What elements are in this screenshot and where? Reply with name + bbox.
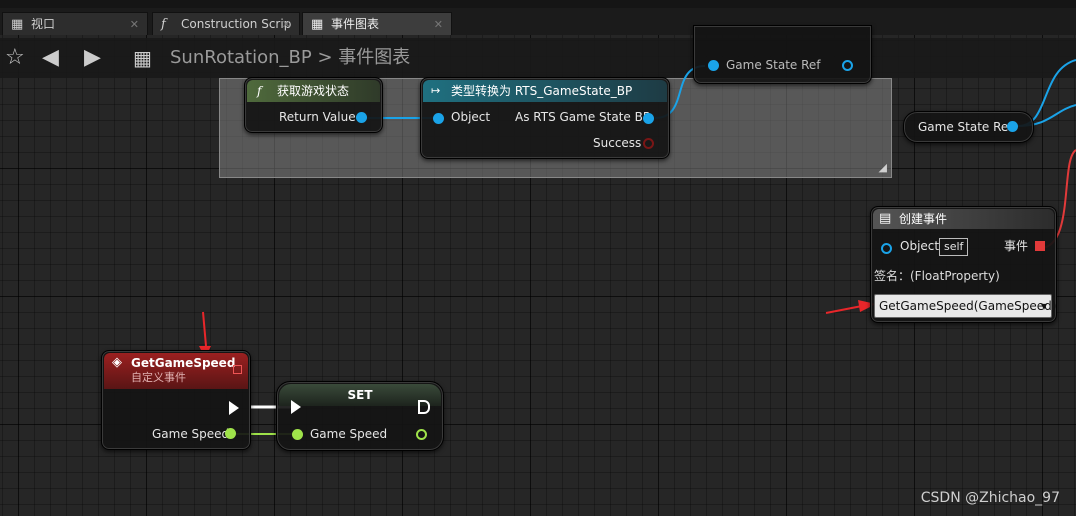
node-partial-top[interactable]: Game State Ref xyxy=(693,25,872,84)
pin-game-speed-out[interactable] xyxy=(225,428,236,439)
pin-object-out[interactable] xyxy=(842,60,853,71)
pin-label: Game Speed xyxy=(310,427,388,441)
pin-label: Game Speed xyxy=(152,427,230,441)
event-icon: ◈ xyxy=(112,355,122,370)
node-title: SET xyxy=(347,388,373,402)
pin-label: 事件 xyxy=(1004,239,1029,253)
chevron-down-icon: ▾ xyxy=(1040,299,1047,313)
pin-label: As RTS Game State BP xyxy=(515,110,651,124)
exec-in-pin[interactable] xyxy=(291,400,301,414)
node-cast-to-gamestate[interactable]: ↦ 类型转换为 RTS_GameState_BP Object As RTS G… xyxy=(420,77,670,159)
pin-label: Object xyxy=(451,110,491,124)
pin-event-out[interactable] xyxy=(1035,241,1045,251)
pin-label: Return Value xyxy=(279,110,356,124)
node-custom-event[interactable]: ◈ GetGameSpeed 自定义事件 Game Speed xyxy=(101,350,251,450)
function-select-value: GetGameSpeed(GameSpeed) xyxy=(879,299,1057,313)
pin-game-speed-out[interactable] xyxy=(416,429,427,440)
node-header: ▤ 创建事件 xyxy=(873,209,1054,229)
node-header: ◈ GetGameSpeed 自定义事件 xyxy=(104,353,248,389)
function-select[interactable]: GetGameSpeed(GameSpeed) ▾ xyxy=(874,294,1056,318)
node-subtitle: 自定义事件 xyxy=(131,371,186,384)
node-title: 类型转换为 RTS_GameState_BP xyxy=(451,84,633,98)
self-field[interactable]: self xyxy=(939,238,969,256)
node-header: f 获取游戏状态 xyxy=(247,80,380,102)
node-title: 获取游戏状态 xyxy=(277,84,350,98)
node-title: 创建事件 xyxy=(899,212,948,226)
pin-label: Game State Ref xyxy=(726,58,821,72)
delegate-pin-icon[interactable] xyxy=(233,365,242,374)
pin-object-in[interactable] xyxy=(881,243,892,254)
node-create-event[interactable]: ▤ 创建事件 Object self 事件 签名：(FloatProperty)… xyxy=(870,206,1057,323)
exec-out-pin[interactable] xyxy=(229,401,239,415)
pin-ref-out[interactable] xyxy=(1007,121,1018,132)
annotation-arrow-line xyxy=(202,311,207,347)
exec-out-pin[interactable] xyxy=(418,400,430,414)
event-node-icon: ▤ xyxy=(879,211,892,226)
annotation-arrow-line xyxy=(825,305,863,314)
pin-object-in[interactable] xyxy=(433,113,444,124)
pin-success[interactable] xyxy=(643,138,654,149)
signature-label: 签名：(FloatProperty) xyxy=(874,269,1000,283)
node-header: SET xyxy=(279,384,441,406)
pin-label: Object xyxy=(900,239,940,253)
node-header: ↦ 类型转换为 RTS_GameState_BP xyxy=(423,80,667,102)
pin-as-out[interactable] xyxy=(643,113,654,124)
node-set[interactable]: SET Game Speed xyxy=(276,381,444,451)
node-game-state-ref[interactable]: Game State Ref xyxy=(903,111,1034,143)
pin-return-value[interactable] xyxy=(356,112,367,123)
watermark: CSDN @Zhichao_97 xyxy=(920,490,1060,506)
pin-label: Success xyxy=(593,136,642,150)
pin-game-speed-in[interactable] xyxy=(292,429,303,440)
pin-object[interactable] xyxy=(708,60,719,71)
node-get-game-state[interactable]: f 获取游戏状态 Return Value xyxy=(244,77,383,133)
variable-label: Game State Ref xyxy=(918,120,1013,134)
cast-icon: ↦ xyxy=(431,84,441,97)
function-icon: f xyxy=(257,84,262,98)
